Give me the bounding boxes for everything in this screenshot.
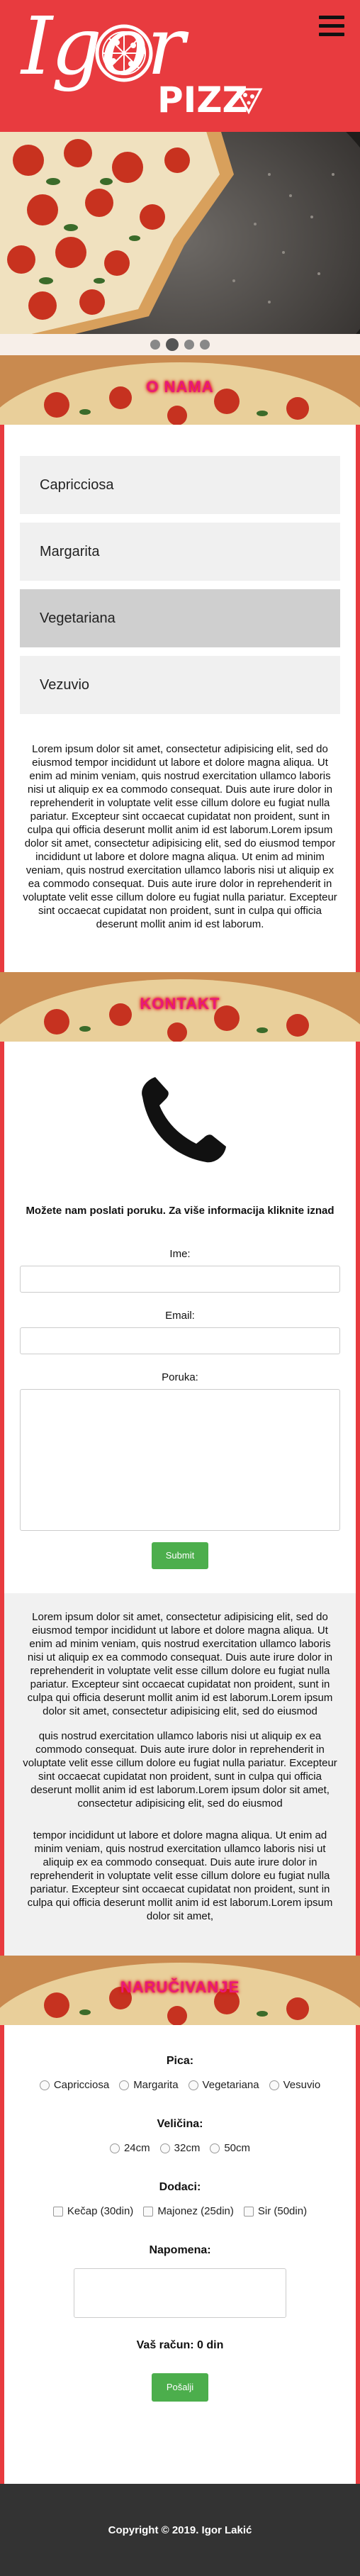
option-label: Majonez (25din) xyxy=(157,2205,234,2217)
info-paragraph: tempor incididunt ut labore et dolore ma… xyxy=(27,1829,333,1922)
size-label: Veličina: xyxy=(157,2118,203,2130)
pizza-label: Pica: xyxy=(166,2055,194,2067)
pizza-logo-icon xyxy=(95,24,153,82)
pizza-slice-icon xyxy=(235,88,263,115)
pizza-option[interactable]: Margarita xyxy=(119,2079,179,2091)
option-label: Vesuvio xyxy=(283,2079,321,2091)
send-order-button[interactable]: Pošalji xyxy=(152,2373,208,2402)
page-frame: Igor PIZZ O NAMA Capricciosa Margarita V… xyxy=(0,0,360,2576)
radio-button[interactable] xyxy=(159,2143,170,2153)
option-label: 50cm xyxy=(224,2142,251,2154)
note-textarea[interactable] xyxy=(74,2268,286,2318)
site-footer: Copyright © 2019. Igor Lakić xyxy=(0,2484,360,2576)
phone-icon[interactable] xyxy=(127,1070,233,1169)
about-text: Lorem ipsum dolor sit amet, consectetur … xyxy=(23,743,337,930)
menu-item[interactable]: Margarita xyxy=(20,523,340,581)
radio-button[interactable] xyxy=(210,2143,220,2153)
section-title-order: NARUČIVANJE xyxy=(120,1978,240,1996)
contact-form: Ime: Email: Poruka: Submit xyxy=(4,1248,356,1569)
order-banner: NARUČIVANJE xyxy=(0,1956,360,2025)
pizza-option[interactable]: Vegetariana xyxy=(188,2079,259,2091)
checkbox[interactable] xyxy=(243,2206,254,2217)
message-textarea[interactable] xyxy=(20,1389,340,1531)
option-label: Vegetariana xyxy=(202,2079,259,2091)
carousel-dot[interactable] xyxy=(150,340,160,350)
pizza-option[interactable]: Vesuvio xyxy=(269,2079,321,2091)
size-option[interactable]: 24cm xyxy=(109,2142,150,2154)
extras-option[interactable]: Majonez (25din) xyxy=(143,2205,234,2217)
carousel-dot-active[interactable] xyxy=(166,338,179,351)
contact-banner: KONTAKT xyxy=(0,972,360,1042)
radio-button[interactable] xyxy=(39,2080,50,2090)
radio-button[interactable] xyxy=(109,2143,120,2153)
size-option[interactable]: 32cm xyxy=(159,2142,201,2154)
info-paragraph: Lorem ipsum dolor sit amet, consectetur … xyxy=(27,1611,333,1717)
extras-option[interactable]: Kečap (30din) xyxy=(52,2205,134,2217)
page-content: Igor PIZZ O NAMA Capricciosa Margarita V… xyxy=(0,0,360,2576)
site-header: Igor PIZZ xyxy=(0,0,360,132)
submit-button[interactable]: Submit xyxy=(152,1542,208,1569)
menu-item[interactable]: Capricciosa xyxy=(20,456,340,514)
option-label: Sir (50din) xyxy=(257,2205,308,2217)
phone-icon-wrap xyxy=(4,1042,356,1205)
pizza-options: Capricciosa Margarita Vegetariana Vesuvio xyxy=(4,2079,356,2091)
radio-button[interactable] xyxy=(119,2080,130,2090)
copyright-text: Copyright © 2019. Igor Lakić xyxy=(108,2524,252,2536)
size-options: 24cm 32cm 50cm xyxy=(4,2142,356,2154)
order-form: Pica: Capricciosa Margarita Vegetariana Ves… xyxy=(4,2055,356,2402)
pizza-option[interactable]: Capricciosa xyxy=(39,2079,110,2091)
name-input[interactable] xyxy=(20,1266,340,1293)
email-label: Email: xyxy=(165,1310,195,1322)
carousel-dot[interactable] xyxy=(184,340,194,350)
info-paragraph: quis nostrud exercitation ullamco labori… xyxy=(23,1730,337,1810)
about-banner: O NAMA xyxy=(0,355,360,425)
extras-label: Dodaci: xyxy=(159,2181,201,2193)
option-label: 32cm xyxy=(174,2142,201,2154)
checkbox[interactable] xyxy=(143,2206,154,2217)
extras-option[interactable]: Sir (50din) xyxy=(243,2205,308,2217)
option-label: Kečap (30din) xyxy=(67,2205,134,2217)
size-option[interactable]: 50cm xyxy=(210,2142,250,2154)
total-label: Vaš račun: 0 din xyxy=(136,2339,224,2351)
hero-image xyxy=(0,132,360,334)
carousel-dot[interactable] xyxy=(200,340,210,350)
section-title-about: O NAMA xyxy=(146,378,214,396)
extras-options: Kečap (30din) Majonez (25din) Sir (50din) xyxy=(4,2205,356,2217)
info-text-block: Lorem ipsum dolor sit amet, consectetur … xyxy=(4,1593,356,1956)
carousel-indicators xyxy=(0,334,360,355)
menu-item[interactable]: Vezuvio xyxy=(20,656,340,714)
pizza-menu-list: Capricciosa Margarita Vegetariana Vezuvio xyxy=(4,425,356,730)
option-label: 24cm xyxy=(123,2142,150,2154)
menu-item[interactable]: Vegetariana xyxy=(20,589,340,647)
contact-lead-text: Možete nam poslati poruku. Za više infor… xyxy=(26,1205,334,1217)
email-input[interactable] xyxy=(20,1327,340,1354)
option-label: Capricciosa xyxy=(53,2079,110,2091)
radio-button[interactable] xyxy=(188,2080,198,2090)
message-label: Poruka: xyxy=(162,1371,198,1383)
section-title-contact: KONTAKT xyxy=(140,995,220,1013)
radio-button[interactable] xyxy=(269,2080,279,2090)
checkbox[interactable] xyxy=(52,2206,63,2217)
hamburger-menu-icon[interactable] xyxy=(319,16,344,37)
note-label: Napomena: xyxy=(149,2244,211,2256)
name-label: Ime: xyxy=(169,1248,191,1260)
option-label: Margarita xyxy=(133,2079,179,2091)
